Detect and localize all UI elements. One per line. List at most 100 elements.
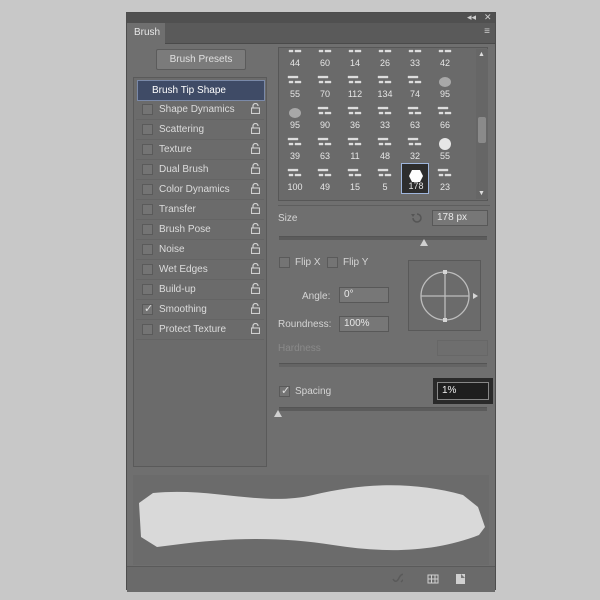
- brush-tip[interactable]: 44: [281, 48, 309, 70]
- option-checkbox[interactable]: [142, 184, 153, 195]
- new-preset-icon[interactable]: [455, 573, 467, 585]
- option-shape-dynamics[interactable]: Shape Dynamics: [136, 100, 264, 120]
- lock-icon[interactable]: [251, 303, 260, 314]
- close-icon[interactable]: ✕: [484, 12, 492, 23]
- brush-tip[interactable]: 70: [311, 70, 339, 101]
- lock-icon[interactable]: [251, 243, 260, 254]
- lock-icon[interactable]: [251, 183, 260, 194]
- brush-tip[interactable]: 95: [281, 101, 309, 132]
- scroll-thumb[interactable]: [478, 117, 486, 143]
- brush-tip[interactable]: 32: [401, 132, 429, 163]
- roundness-field[interactable]: 100%: [339, 316, 389, 332]
- tip-scrollbar[interactable]: ▲ ▼: [476, 49, 488, 199]
- scroll-up-icon[interactable]: ▲: [478, 51, 485, 58]
- spacing-checkbox[interactable]: ✓: [279, 385, 290, 397]
- brush-tip[interactable]: 74: [401, 70, 429, 101]
- brush-tip[interactable]: 48: [371, 132, 399, 163]
- lock-icon[interactable]: [251, 143, 260, 154]
- option-checkbox[interactable]: [142, 164, 153, 175]
- brush-tip[interactable]: 178: [401, 163, 429, 194]
- brush-tip[interactable]: 39: [281, 132, 309, 163]
- brush-tip[interactable]: 33: [371, 101, 399, 132]
- brush-tip[interactable]: 55: [281, 70, 309, 101]
- angle-field[interactable]: 0°: [339, 287, 389, 303]
- lock-icon[interactable]: [251, 103, 260, 114]
- brush-tip[interactable]: 42: [431, 48, 459, 70]
- brush-tip[interactable]: 55: [431, 132, 459, 163]
- spacing-slider[interactable]: [279, 407, 487, 411]
- option-transfer[interactable]: Transfer: [136, 200, 264, 220]
- brush-tip[interactable]: 100: [281, 163, 309, 194]
- size-field[interactable]: 178 px: [432, 210, 488, 226]
- brush-tip[interactable]: 49: [311, 163, 339, 194]
- option-scattering[interactable]: Scattering: [136, 120, 264, 140]
- option-brush-tip-shape[interactable]: Brush Tip Shape: [137, 80, 265, 101]
- brush-tip[interactable]: 15: [341, 163, 369, 194]
- lock-icon[interactable]: [251, 223, 260, 234]
- lock-icon[interactable]: [251, 323, 260, 334]
- brush-tip[interactable]: 95: [431, 70, 459, 101]
- option-build-up[interactable]: Build-up: [136, 280, 264, 300]
- stroke-preview: [133, 475, 489, 565]
- brush-tip[interactable]: 5: [371, 163, 399, 194]
- panel-menu-icon[interactable]: ≡: [484, 26, 490, 37]
- option-texture[interactable]: Texture: [136, 140, 264, 160]
- option-checkbox[interactable]: [142, 224, 153, 235]
- option-checkbox[interactable]: [142, 104, 153, 115]
- brush-tip[interactable]: 33: [401, 48, 429, 70]
- lock-icon[interactable]: [251, 283, 260, 294]
- brush-tip-size: 55: [439, 151, 450, 161]
- spacing-slider-thumb[interactable]: [274, 410, 282, 417]
- option-dual-brush[interactable]: Dual Brush: [136, 160, 264, 180]
- collapse-icon[interactable]: ◂◂: [467, 12, 476, 23]
- brush-toggle-icon[interactable]: [391, 573, 403, 585]
- reset-icon[interactable]: [410, 212, 424, 224]
- angle-roundness-widget[interactable]: [408, 260, 481, 331]
- option-brush-pose[interactable]: Brush Pose: [136, 220, 264, 240]
- brush-tip[interactable]: 23: [431, 163, 459, 194]
- brush-tip[interactable]: 112: [341, 70, 369, 101]
- option-checkbox[interactable]: [142, 124, 153, 135]
- size-slider[interactable]: [279, 236, 487, 240]
- option-protect-texture[interactable]: Protect Texture: [136, 320, 264, 340]
- tab-brush[interactable]: Brush: [127, 23, 165, 44]
- brush-tip[interactable]: 90: [311, 101, 339, 132]
- brush-tip[interactable]: 63: [401, 101, 429, 132]
- option-checkbox[interactable]: [142, 244, 153, 255]
- option-checkbox[interactable]: ✓: [142, 303, 153, 315]
- spacing-field[interactable]: 1%: [437, 382, 489, 400]
- brush-tip[interactable]: 11: [341, 132, 369, 163]
- brush-presets-button[interactable]: Brush Presets: [156, 49, 246, 70]
- brush-tip-icon: [407, 137, 422, 146]
- lock-icon[interactable]: [251, 163, 260, 174]
- lock-icon[interactable]: [251, 263, 260, 274]
- lock-icon[interactable]: [251, 203, 260, 214]
- flip-x-checkbox[interactable]: [279, 257, 290, 268]
- brush-tip-size: 26: [379, 58, 390, 68]
- grid-icon[interactable]: [427, 573, 439, 585]
- angle-label: Angle:: [302, 291, 331, 302]
- brush-tip[interactable]: 14: [341, 48, 369, 70]
- brush-tip[interactable]: 60: [311, 48, 339, 70]
- option-checkbox[interactable]: [142, 284, 153, 295]
- brush-tip[interactable]: 134: [371, 70, 399, 101]
- option-smoothing[interactable]: ✓ Smoothing: [136, 300, 264, 320]
- option-checkbox[interactable]: [142, 264, 153, 275]
- option-wet-edges[interactable]: Wet Edges: [136, 260, 264, 280]
- angle-crosshair-icon[interactable]: [409, 261, 482, 332]
- option-label: Brush Pose: [159, 224, 211, 235]
- option-noise[interactable]: Noise: [136, 240, 264, 260]
- brush-tip[interactable]: 63: [311, 132, 339, 163]
- brush-tip[interactable]: 26: [371, 48, 399, 70]
- size-slider-thumb[interactable]: [420, 239, 428, 246]
- lock-icon[interactable]: [251, 123, 260, 134]
- option-color-dynamics[interactable]: Color Dynamics: [136, 180, 264, 200]
- brush-tip[interactable]: 36: [341, 101, 369, 132]
- option-checkbox[interactable]: [142, 144, 153, 155]
- flip-y-checkbox[interactable]: [327, 257, 338, 268]
- scroll-down-icon[interactable]: ▼: [478, 190, 485, 197]
- brush-tip-icon: [377, 75, 392, 84]
- option-checkbox[interactable]: [142, 204, 153, 215]
- option-checkbox[interactable]: [142, 324, 153, 335]
- brush-tip[interactable]: 66: [431, 101, 459, 132]
